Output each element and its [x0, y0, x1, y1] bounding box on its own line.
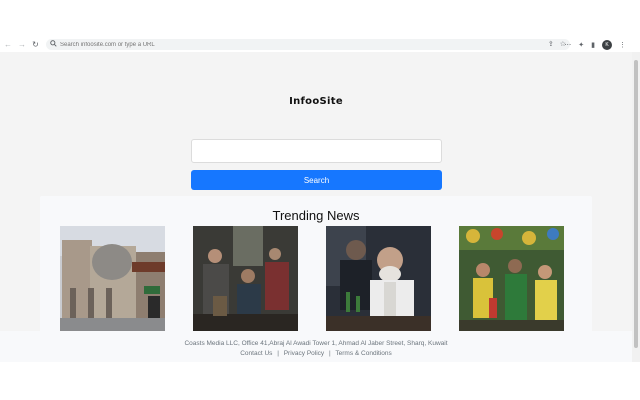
- news-card-image[interactable]: [60, 226, 165, 336]
- news-card-image[interactable]: [193, 226, 298, 336]
- browser-tools: ⋯ ✦ ▮ K ⋮: [564, 37, 626, 52]
- site-logo[interactable]: InfooSite: [0, 96, 632, 107]
- forward-button[interactable]: →: [18, 37, 26, 52]
- search-input[interactable]: [191, 139, 442, 163]
- contact-us-link[interactable]: Contact Us: [240, 350, 272, 357]
- page-scrollbar[interactable]: [632, 52, 640, 362]
- footer-links: Contact Us | Privacy Policy | Terms & Co…: [0, 348, 632, 359]
- avatar[interactable]: K: [602, 39, 612, 50]
- address-bar[interactable]: ⇪ ☆: [46, 39, 570, 50]
- side-panel-icon[interactable]: ▮: [591, 41, 595, 49]
- footer-divider: |: [329, 350, 331, 357]
- window-top: [0, 0, 640, 37]
- share-icon[interactable]: ⇪: [548, 39, 554, 50]
- back-button[interactable]: ←: [4, 37, 12, 52]
- search-button[interactable]: Search: [191, 170, 442, 190]
- menu-kebab-icon[interactable]: ⋮: [619, 41, 626, 49]
- address-input[interactable]: [60, 41, 520, 48]
- search-icon: [50, 40, 58, 49]
- browser-toolbar: ← → ↻ ⇪ ☆ ⋯ ✦ ▮ K ⋮: [0, 37, 640, 52]
- footer-address: Coasts Media LLC, Office 41,Abraj Al Awa…: [184, 340, 448, 347]
- terms-link[interactable]: Terms & Conditions: [335, 350, 391, 357]
- page-footer: Coasts Media LLC, Office 41,Abraj Al Awa…: [0, 331, 632, 362]
- news-cards: [60, 226, 572, 336]
- footer-divider: |: [277, 350, 279, 357]
- privacy-policy-link[interactable]: Privacy Policy: [284, 350, 324, 357]
- extensions-overflow-icon[interactable]: ⋯: [564, 41, 571, 49]
- trending-title: Trending News: [272, 208, 360, 223]
- nav-buttons: ← → ↻: [0, 37, 39, 52]
- window-bottom: [0, 362, 640, 400]
- news-card-image[interactable]: [459, 226, 564, 336]
- news-card-image[interactable]: [326, 226, 431, 336]
- page-viewport: InfooSite Search Trending News Coasts Me…: [0, 52, 632, 362]
- scrollbar-thumb[interactable]: [634, 60, 638, 348]
- reload-button[interactable]: ↻: [32, 37, 39, 52]
- puzzle-icon[interactable]: ✦: [578, 41, 584, 49]
